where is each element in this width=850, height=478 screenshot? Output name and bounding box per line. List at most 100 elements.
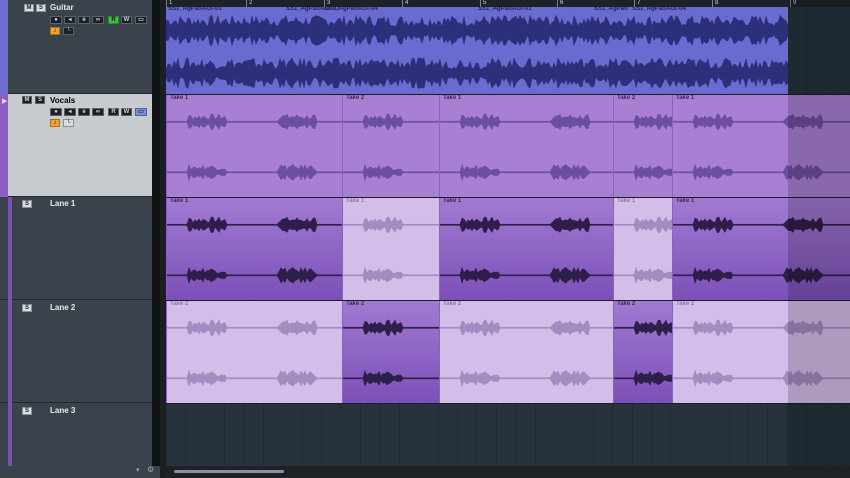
take-label: Take 2 [676,301,695,307]
inactive-take-event[interactable]: Take 2 [439,300,613,403]
lane-header-2[interactable]: S Lane 2 [0,300,160,403]
edit-button[interactable]: e [78,108,90,116]
track-separator [166,94,850,95]
comp-event[interactable]: Take 2 [613,94,672,197]
write-automation-button[interactable]: W [121,16,132,24]
waveform [167,319,342,388]
track-list-scrollbar[interactable] [152,0,160,466]
take-label: Take 2 [346,301,365,307]
arrange-area[interactable]: SS1_AgPattAGt-01 SS1_AgPattAGt-02 SS1_AgPa… [166,7,850,466]
write-automation-button[interactable]: W [121,108,132,116]
lanes-icon[interactable]: └ [63,119,74,127]
project-end-zone [788,0,850,478]
read-automation-button[interactable]: R [108,108,119,116]
active-take-event[interactable]: Take 1 [439,197,613,300]
edit-button[interactable]: e [78,16,90,24]
event-label: SS1_AgPattAGt-04 [632,7,686,12]
solo-button[interactable]: S [22,407,32,415]
inactive-take-event[interactable]: Take 1 [613,197,672,300]
take-label: Take 1 [676,95,695,101]
read-automation-button[interactable]: R [108,16,119,24]
link-icon[interactable]: ∞ [92,108,104,116]
track-name[interactable]: Guitar [50,3,74,12]
take-label: Take 1 [443,198,462,204]
lane-header-3[interactable]: S Lane 3 [0,403,160,466]
waveform [614,216,672,285]
take-label: Take 1 [170,198,189,204]
inserts-icon[interactable]: ▭ [135,108,147,116]
inserts-icon[interactable]: ▭ [135,16,147,24]
ruler[interactable]: 123456789 [166,0,850,7]
monitor-button[interactable]: ◂ [64,16,76,24]
inactive-take-event[interactable]: Take 1 [342,197,439,300]
take-label: Take 1 [346,198,365,204]
comp-event[interactable]: Take 1 [439,94,613,197]
take-label: Take 1 [676,198,695,204]
take-label: Take 2 [443,301,462,307]
guitar-event[interactable]: SS1_AgPattAGt-01 SS1_AgPattAGt-02 SS1_AgPa… [166,7,788,94]
lane-header-1[interactable]: S Lane 1 [0,197,160,300]
active-take-event[interactable]: Take 2 [613,300,672,403]
gear-icon[interactable]: ⚙ [147,465,154,474]
lane-color-strip [8,403,12,466]
mute-button[interactable]: M [24,4,34,12]
ruler-bar-label: 2 [246,0,252,7]
ruler-bar-label: 3 [324,0,330,7]
event-label: SS1_AgPattAGt-01 [168,7,222,12]
waveform [343,319,439,388]
track-header-vocals[interactable]: ▶ M S Vocals ● ◂ e ∞ R W ▭ ♪ └ [0,94,160,197]
monitor-button[interactable]: ◂ [64,108,76,116]
ruler-bar-label: 5 [480,0,486,7]
waveform [614,319,672,388]
take-label: Take 1 [443,95,462,101]
solo-button[interactable]: S [35,96,45,104]
lane-color-strip [8,197,12,300]
waveform [167,113,342,182]
active-take-event[interactable]: Take 2 [342,300,439,403]
lanes-icon[interactable]: └ [63,27,74,35]
waveform [166,14,788,90]
ruler-bar-label: 7 [634,0,640,7]
lane-name[interactable]: Lane 3 [50,406,75,415]
event-label: SS1_AgPattAGt-01 [478,7,532,12]
take-label: Take 2 [346,95,365,101]
solo-button[interactable]: S [22,200,32,208]
ruler-bar-label: 1 [166,0,172,7]
lane-color-strip [8,300,12,403]
lock-icon[interactable]: ♪ [50,119,60,127]
scrollbar-thumb[interactable] [174,470,284,473]
event-label: SS1_AgPattAGt-04 [324,7,378,12]
selected-track-arrow-icon: ▶ [2,98,8,105]
solo-button[interactable]: S [36,4,46,12]
take-label: Take 2 [617,95,636,101]
solo-button[interactable]: S [22,304,32,312]
ruler-bar-label: 4 [402,0,408,7]
track-list: M S Guitar ● ◂ e ∞ R W ▭ ♪ └ ▶ M S Vocal… [0,0,160,478]
track-name[interactable]: Vocals [50,96,75,105]
event-label: SS1_AgPatt [594,7,629,12]
ruler-bar-label: 8 [712,0,718,7]
waveform [440,216,613,285]
chevron-down-icon[interactable]: ▾ [136,466,140,474]
track-separator [166,403,850,404]
mute-button[interactable]: M [22,96,32,104]
lock-icon[interactable]: ♪ [50,27,60,35]
waveform [343,113,439,182]
waveform [440,319,613,388]
active-take-event[interactable]: Take 1 [166,197,342,300]
comp-event[interactable]: Take 2 [342,94,439,197]
waveform [167,216,342,285]
record-enable-button[interactable]: ● [50,16,62,24]
track-header-guitar[interactable]: M S Guitar ● ◂ e ∞ R W ▭ ♪ └ [0,0,160,94]
track-color-strip [0,94,8,197]
take-label: Take 2 [617,301,636,307]
track-separator [166,300,850,301]
record-enable-button[interactable]: ● [50,108,62,116]
comp-event[interactable]: Take 1 [166,94,342,197]
waveform [614,113,672,182]
lane-name[interactable]: Lane 2 [50,303,75,312]
lane-name[interactable]: Lane 1 [50,199,75,208]
link-icon[interactable]: ∞ [92,16,104,24]
take-label: Take 1 [170,95,189,101]
inactive-take-event[interactable]: Take 2 [166,300,342,403]
